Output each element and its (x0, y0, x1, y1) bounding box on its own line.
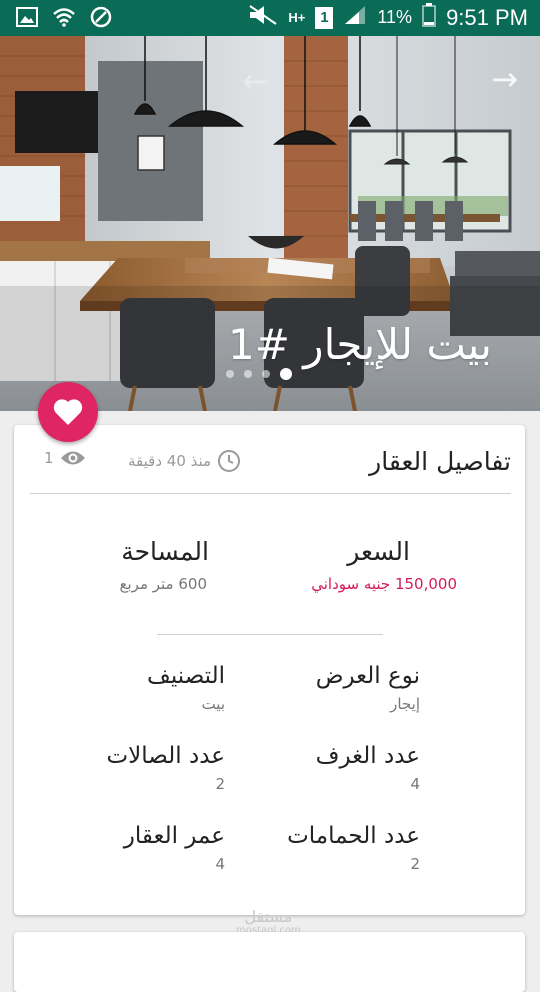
divider (157, 634, 383, 635)
details-title: تفاصيل العقار (369, 447, 511, 476)
gallery-icon (16, 7, 38, 31)
bathrooms-value: 2 (410, 855, 420, 873)
category-value: بيت (201, 695, 225, 713)
views: 1 (44, 449, 86, 467)
shield-icon (90, 6, 112, 32)
property-title: بيت للإيجار #1 (228, 320, 492, 369)
slider-dot[interactable] (244, 370, 252, 378)
signal-icon (343, 4, 367, 31)
sim-icon: 1 (315, 6, 334, 29)
heart-icon (53, 399, 83, 425)
posted-time: منذ 40 دقيقة (128, 449, 241, 473)
age-label: عمر العقار (123, 823, 225, 849)
posted-time-text: منذ 40 دقيقة (128, 452, 212, 470)
favorite-button[interactable] (38, 382, 98, 442)
area-value: 600 متر مربع (119, 575, 207, 593)
next-section-card (14, 932, 525, 992)
price-label: السعر (347, 537, 410, 566)
price-value: 150,000 جنيه سوداني (311, 575, 457, 593)
slider-indicators (226, 368, 292, 380)
category-label: التصنيف (147, 663, 225, 689)
wifi-icon (52, 7, 76, 31)
clock-time: 9:51 PM (446, 4, 528, 30)
slider-dot-active[interactable] (280, 368, 292, 380)
slider-dot[interactable] (262, 370, 270, 378)
next-image-arrow-icon[interactable]: → (491, 60, 518, 98)
battery-icon (422, 3, 436, 32)
mute-icon (248, 4, 278, 31)
rooms-label: عدد الغرف (315, 743, 420, 769)
views-count: 1 (44, 449, 54, 467)
property-image-slider[interactable]: ← → بيت للإيجار #1 (0, 36, 540, 411)
status-bar: H+ 1 11% 9:51 PM (0, 0, 540, 36)
clock-icon (218, 450, 241, 472)
offer-type-value: إيجار (390, 695, 420, 713)
halls-label: عدد الصالات (106, 743, 225, 769)
offer-type-label: نوع العرض (315, 663, 420, 689)
divider (30, 493, 511, 494)
age-value: 4 (215, 855, 225, 873)
status-bar-notifications (16, 6, 112, 32)
rooms-value: 4 (410, 775, 420, 793)
halls-value: 2 (215, 775, 225, 793)
area-label: المساحة (121, 537, 209, 566)
status-bar-system: H+ 1 11% 9:51 PM (248, 3, 528, 32)
property-details-card: تفاصيل العقار منذ 40 دقيقة 1 السعر 150,0… (14, 425, 525, 915)
previous-image-arrow-icon[interactable]: ← (242, 62, 269, 100)
battery-percent: 11% (377, 7, 413, 27)
bathrooms-label: عدد الحمامات (287, 823, 420, 849)
network-type: H+ (288, 10, 306, 25)
slider-dot[interactable] (226, 370, 234, 378)
eye-icon (60, 451, 85, 465)
